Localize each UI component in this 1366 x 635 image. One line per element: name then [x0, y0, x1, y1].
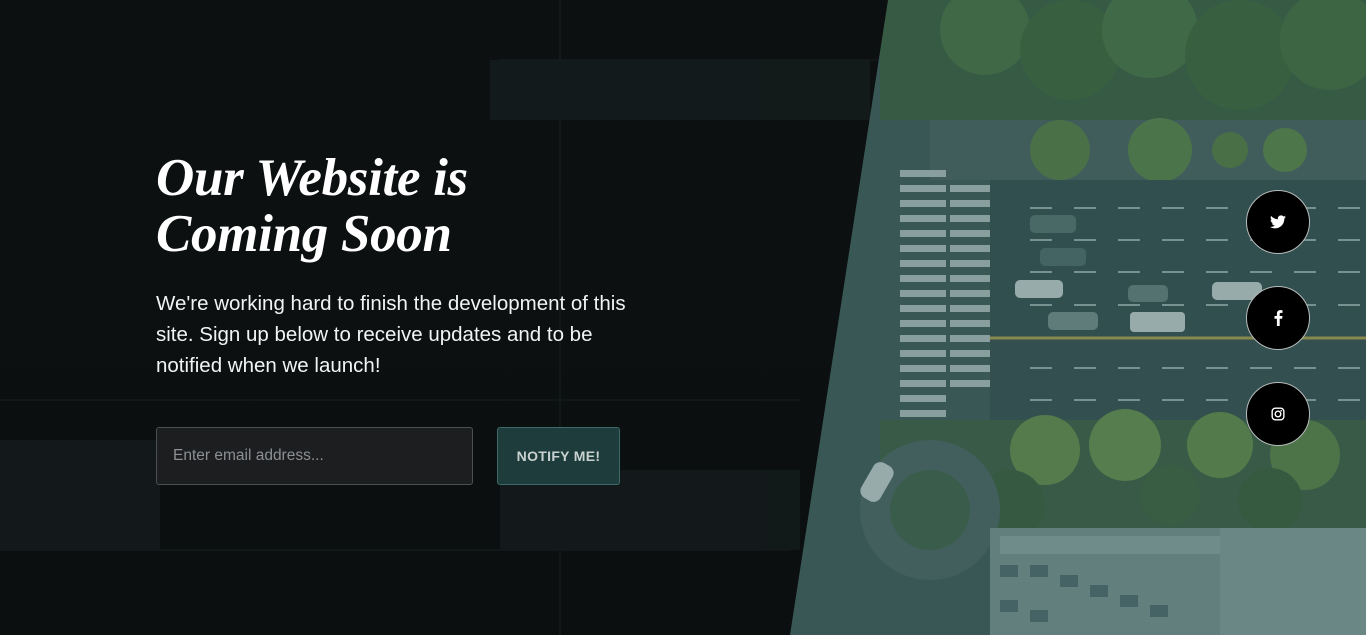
twitter-icon	[1270, 215, 1286, 229]
page-title: Our Website is Coming Soon	[156, 150, 636, 262]
title-line-1: Our Website is	[156, 149, 468, 207]
hero-subtitle: We're working hard to finish the develop…	[156, 292, 626, 377]
hero-section: Our Website is Coming Soon We're working…	[156, 150, 636, 381]
title-line-2: Coming Soon	[156, 205, 452, 263]
coming-soon-page: Our Website is Coming Soon We're working…	[0, 0, 1366, 635]
facebook-icon	[1274, 310, 1282, 326]
instagram-icon	[1271, 407, 1285, 421]
instagram-button[interactable]	[1246, 382, 1310, 446]
facebook-button[interactable]	[1246, 286, 1310, 350]
email-input[interactable]	[156, 427, 473, 485]
twitter-button[interactable]	[1246, 190, 1310, 254]
notify-me-button[interactable]: NOTIFY ME!	[497, 427, 620, 485]
